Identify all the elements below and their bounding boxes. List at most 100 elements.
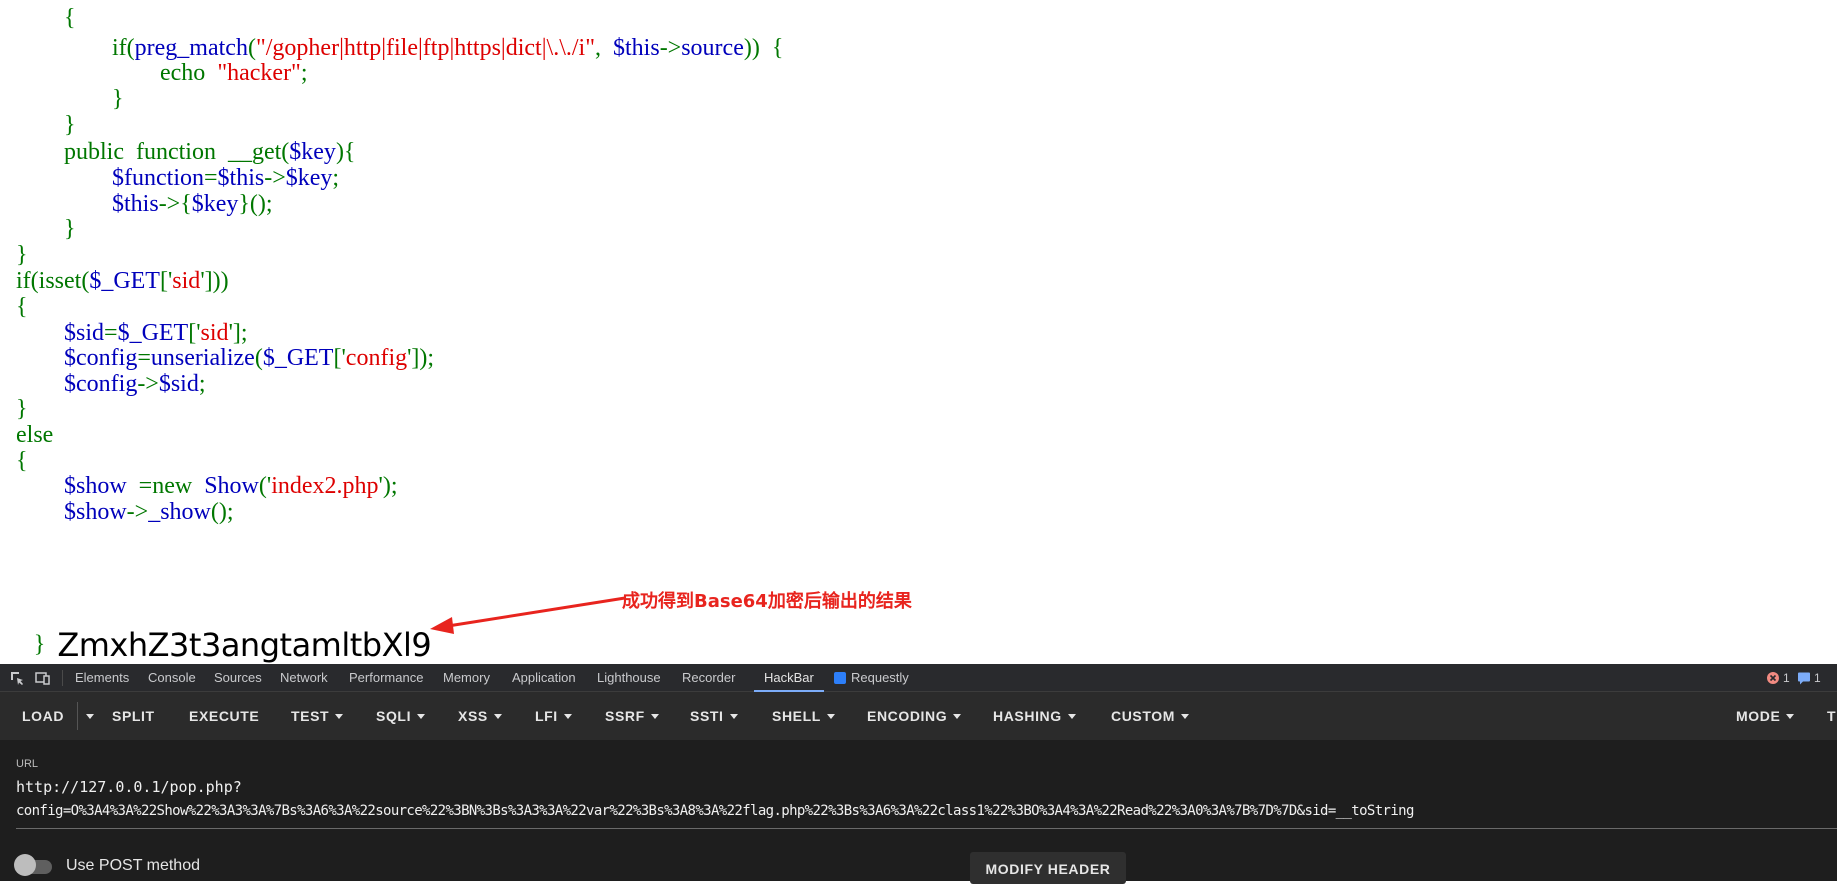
- code-token: ->{: [158, 191, 192, 217]
- inspect-element-icon[interactable]: [8, 669, 26, 687]
- load-split-divider: [77, 702, 78, 730]
- code-token: $config: [64, 371, 138, 397]
- code-token: $key: [289, 139, 336, 165]
- code-line: if(isset($_GET['sid'])): [16, 266, 229, 296]
- code-token: sid: [172, 268, 201, 294]
- url-label: URL: [16, 758, 39, 770]
- tab-sources[interactable]: Sources: [214, 664, 262, 692]
- code-token: "hacker": [217, 60, 301, 86]
- base64-output: ZmxhZ3t3angtamltbXl9: [57, 626, 432, 664]
- xss-menu-label: XSS: [458, 708, 488, 724]
- closing-brace: }: [33, 631, 46, 658]
- code-token: public function __get(: [16, 139, 290, 165]
- code-token: unserialize: [150, 345, 255, 371]
- error-icon[interactable]: [1766, 671, 1780, 685]
- chevron-down-icon: [335, 713, 344, 719]
- code-token: }();: [238, 191, 273, 217]
- split-button[interactable]: SPLIT: [112, 692, 155, 740]
- tab-elements[interactable]: Elements: [75, 664, 129, 692]
- annotation-arrow-icon: [430, 596, 626, 634]
- encoding-menu[interactable]: ENCODING: [867, 692, 962, 740]
- custom-menu[interactable]: CUSTOM: [1111, 692, 1190, 740]
- message-count[interactable]: 1: [1814, 664, 1821, 692]
- code-token: ;: [300, 60, 308, 86]
- error-count[interactable]: 1: [1783, 664, 1790, 692]
- code-token: $this: [613, 35, 660, 61]
- t-menu[interactable]: T: [1827, 692, 1836, 740]
- code-token: $_GET: [89, 268, 160, 294]
- annotation-label: 成功得到Base64加密后输出的结果: [622, 591, 912, 612]
- ssti-menu-label: SSTI: [690, 708, 724, 724]
- chevron-down-icon: [1181, 713, 1190, 719]
- shell-menu[interactable]: SHELL: [772, 692, 835, 740]
- code-line: {: [16, 3, 76, 33]
- tab-memory[interactable]: Memory: [443, 664, 490, 692]
- tab-recorder[interactable]: Recorder: [682, 664, 735, 692]
- code-token: [': [159, 268, 173, 294]
- test-menu-label: TEST: [291, 708, 330, 724]
- code-token: $key: [285, 165, 333, 191]
- chevron-down-icon: [1067, 713, 1076, 719]
- url-line-1[interactable]: http://127.0.0.1/pop.php?: [16, 778, 242, 796]
- lfi-menu-label: LFI: [535, 708, 558, 724]
- code-token: $this: [112, 191, 159, 217]
- code-token: else: [16, 422, 54, 448]
- tab-console[interactable]: Console: [148, 664, 196, 692]
- hackbar-body: URL http://127.0.0.1/pop.php? config=O%3…: [0, 740, 1837, 884]
- code-token: $this: [217, 165, 265, 191]
- message-icon[interactable]: [1797, 671, 1811, 685]
- devtools-tab-strip: Elements Console Sources Network Perform…: [0, 664, 1837, 692]
- url-line-2[interactable]: config=O%3A4%3A%22Show%22%3A3%3A%7Bs%3A6…: [16, 803, 1816, 819]
- code-token: }: [16, 242, 28, 268]
- code-token: =: [137, 345, 151, 371]
- encoding-menu-label: ENCODING: [867, 708, 948, 724]
- code-token: ,: [595, 35, 613, 61]
- execute-button[interactable]: EXECUTE: [189, 692, 259, 740]
- code-token: }: [16, 396, 28, 422]
- use-post-toggle-knob[interactable]: [14, 854, 36, 876]
- load-dropdown-button[interactable]: [80, 692, 94, 740]
- sqli-menu[interactable]: SQLI: [376, 692, 426, 740]
- chevron-down-icon: [493, 713, 502, 719]
- tab-hackbar[interactable]: HackBar: [754, 664, 824, 692]
- test-menu[interactable]: TEST: [291, 692, 344, 740]
- tab-requestly-label: Requestly: [851, 670, 909, 685]
- chevron-down-icon: [1786, 713, 1795, 719]
- modify-header-button[interactable]: MODIFY HEADER: [970, 852, 1126, 884]
- tab-performance[interactable]: Performance: [349, 664, 423, 692]
- tab-requestly[interactable]: Requestly: [834, 664, 909, 692]
- tab-separator: [62, 670, 63, 686]
- hackbar-menu: LOAD SPLIT EXECUTE TEST SQLI XSS LFI SSR…: [0, 692, 1837, 740]
- tab-lighthouse[interactable]: Lighthouse: [597, 664, 661, 692]
- code-token: =new: [126, 473, 205, 499]
- mode-menu-label: MODE: [1736, 708, 1781, 724]
- xss-menu[interactable]: XSS: [458, 692, 502, 740]
- code-token: (': [258, 473, 272, 499]
- tab-network[interactable]: Network: [280, 664, 328, 692]
- ssrf-menu[interactable]: SSRF: [605, 692, 659, 740]
- code-token: _show: [148, 499, 211, 525]
- code-line: $show->_show();: [16, 497, 234, 527]
- code-token: ');: [378, 473, 398, 499]
- code-token: ']);: [407, 345, 435, 371]
- mode-menu[interactable]: MODE: [1736, 692, 1795, 740]
- hashing-menu[interactable]: HASHING: [993, 692, 1076, 740]
- code-token: $show: [64, 473, 127, 499]
- code-token: $key: [191, 191, 239, 217]
- code-token: $_GET: [262, 345, 334, 371]
- ssti-menu[interactable]: SSTI: [690, 692, 738, 740]
- load-button[interactable]: LOAD: [22, 692, 64, 740]
- code-token: source: [681, 35, 744, 61]
- code-token: $sid: [158, 371, 199, 397]
- code-token: '])): [200, 268, 229, 294]
- tab-application[interactable]: Application: [512, 664, 576, 692]
- code-line: $config->$sid;: [16, 369, 206, 399]
- php-source-view: { if(preg_match("/gopher|http|file|ftp|h…: [0, 0, 1837, 664]
- code-token: Show: [204, 473, 259, 499]
- lfi-menu[interactable]: LFI: [535, 692, 572, 740]
- code-token: [': [333, 345, 346, 371]
- device-toolbar-icon[interactable]: [34, 669, 52, 687]
